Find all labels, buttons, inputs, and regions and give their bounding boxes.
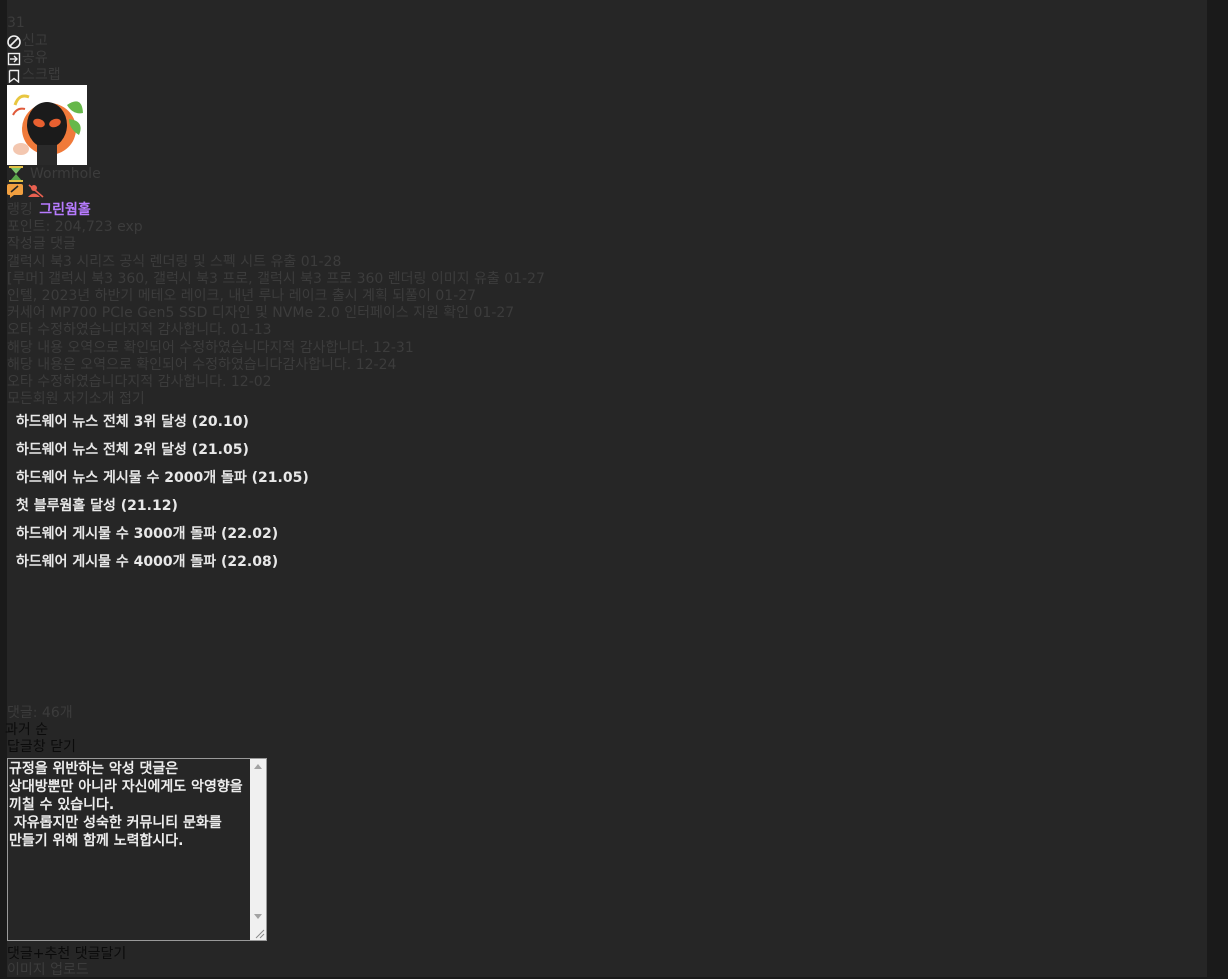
post-date: 01-27 xyxy=(435,288,477,304)
achievement-item: 하드웨어 뉴스 전체 3위 달성 (20.10) xyxy=(16,414,249,430)
textarea-scrollbar[interactable] xyxy=(250,759,266,940)
rank-label: 랭킹 xyxy=(7,202,33,218)
achievement-item: 첫 블루웜홀 달성 (21.12) xyxy=(16,498,178,514)
submit-comment-button[interactable]: 댓글+추천 댓글달기 xyxy=(7,946,126,963)
post-date: 01-27 xyxy=(504,271,545,287)
share-button[interactable]: 공유 xyxy=(7,50,48,67)
comment-text: 오타 수정하였습니다지적 감사합니다. xyxy=(7,374,227,390)
comment-text: 해당 내용 오역으로 확인되어 수정하였습니다지적 감사합니다. xyxy=(7,340,369,356)
page: 31 신고 공유 스크랩 Wormhole 랭킹 그린웜홀 포인트: 204,7… xyxy=(5,0,1207,979)
block-icon xyxy=(7,34,21,49)
avatar-image xyxy=(7,85,87,165)
achievement-item: 하드웨어 뉴스 전체 2위 달성 (21.05) xyxy=(16,442,249,458)
comment-date: 12-02 xyxy=(230,374,272,390)
post-item[interactable]: [루머] 갤럭시 북3 360, 갤럭시 북3 프로, 갤럭시 북3 프로 36… xyxy=(7,271,545,288)
close-reply-button[interactable]: 답글창 닫기 xyxy=(7,739,76,756)
comment-date: 01-13 xyxy=(230,322,272,338)
comment-date: 12-31 xyxy=(373,340,414,356)
post-item[interactable]: 갤럭시 북3 시리즈 공식 렌더링 및 스펙 시트 유출 01-28 xyxy=(7,254,341,271)
tab-posts-comments[interactable]: 작성글 댓글 xyxy=(7,236,76,253)
achievement-item: 하드웨어 게시물 수 4000개 돌파 (22.08) xyxy=(16,554,279,570)
scrap-button[interactable]: 스크랩 xyxy=(7,67,61,84)
intro-toggle[interactable]: 모든회원 자기소개 접기 xyxy=(7,391,145,408)
comment-item[interactable]: 오타 수정하였습니다지적 감사합니다. 01-13 xyxy=(7,322,272,339)
post-item[interactable]: 인텔, 2023년 하반기 메테오 레이크, 내년 루나 레이크 출시 계획 되… xyxy=(7,288,476,305)
scroll-down-arrow-icon[interactable] xyxy=(254,914,262,919)
nickname-row[interactable]: Wormhole xyxy=(7,165,101,183)
comment-count: 댓글: 46개 xyxy=(7,705,73,721)
rank-row: 랭킹 그린웜홀 xyxy=(7,202,91,219)
points: 포인트: 204,723 exp xyxy=(7,219,143,235)
comment-item[interactable]: 오타 수정하였습니다지적 감사합니다. 12-02 xyxy=(7,374,272,391)
resize-grip-icon[interactable] xyxy=(253,927,265,939)
achievement-item: 하드웨어 게시물 수 3000개 돌파 (22.02) xyxy=(16,526,279,542)
comment-item[interactable]: 해당 내용은 오역으로 확인되어 수정하였습니다감사합니다. 12-24 xyxy=(7,357,396,374)
report-label: 신고 xyxy=(22,33,48,49)
comment-placeholder: 규정을 위반하는 악성 댓글은 상대방뿐만 아니라 자신에게도 악영향을 끼칠 … xyxy=(9,761,243,849)
post-title: 커세어 MP700 PCIe Gen5 SSD 디자인 및 NVMe 2.0 인… xyxy=(7,305,470,321)
note-icon xyxy=(7,184,23,198)
scroll-up-arrow-icon[interactable] xyxy=(254,764,262,769)
post-title: [루머] 갤럭시 북3 360, 갤럭시 북3 프로, 갤럭시 북3 프로 36… xyxy=(7,271,500,287)
comment-text: 해당 내용은 오역으로 확인되어 수정하였습니다감사합니다. xyxy=(7,357,352,373)
share-icon xyxy=(7,52,21,65)
nickname: Wormhole xyxy=(30,165,101,182)
share-label: 공유 xyxy=(22,50,48,66)
scrap-label: 스크랩 xyxy=(22,67,61,83)
post-date: 01-27 xyxy=(473,305,515,321)
post-date: 01-28 xyxy=(300,254,342,270)
comment-item[interactable]: 해당 내용 오역으로 확인되어 수정하였습니다지적 감사합니다. 12-31 xyxy=(7,340,414,357)
comment-textarea[interactable]: 규정을 위반하는 악성 댓글은 상대방뿐만 아니라 자신에게도 악영향을 끼칠 … xyxy=(7,758,267,941)
image-upload-button[interactable]: 이미지 업로드 xyxy=(7,962,89,979)
profile-badges xyxy=(7,184,46,198)
post-title: 인텔, 2023년 하반기 메테오 레이크, 내년 루나 레이크 출시 계획 되… xyxy=(7,288,431,304)
sort-order-button[interactable]: 과거 순 xyxy=(5,722,48,739)
report-button[interactable]: 신고 xyxy=(7,33,48,50)
post-title: 갤럭시 북3 시리즈 공식 렌더링 및 스펙 시트 유출 xyxy=(7,254,297,270)
user-blocked-icon xyxy=(28,184,44,198)
comment-text: 오타 수정하였습니다지적 감사합니다. xyxy=(7,322,227,338)
right-gutter xyxy=(1207,0,1228,977)
like-count: 31 xyxy=(7,15,25,31)
bookmark-icon xyxy=(8,69,20,83)
post-item[interactable]: 커세어 MP700 PCIe Gen5 SSD 디자인 및 NVMe 2.0 인… xyxy=(7,305,514,322)
wormhole-rank-icon xyxy=(9,166,23,182)
achievement-item: 하드웨어 뉴스 게시물 수 2000개 돌파 (21.05) xyxy=(16,470,309,486)
avatar[interactable] xyxy=(7,85,87,165)
rank-value: 그린웜홀 xyxy=(39,202,91,218)
comment-date: 12-24 xyxy=(355,357,397,373)
